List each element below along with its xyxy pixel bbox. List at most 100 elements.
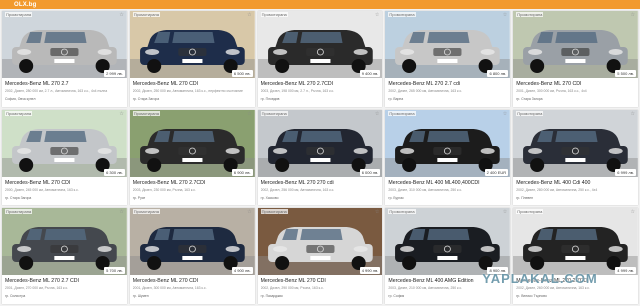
- listing-photo[interactable]: [129, 11, 255, 78]
- listing-details: 2002, Дизел, 290 000 км, Ръчна, 163 к.с.: [260, 286, 324, 291]
- listing-title[interactable]: Mercedes-Benz ML 270 2.7CDI: [133, 180, 252, 186]
- listing-details: 2001, Дизел, 300 000 км, Ръчна, 163 к.с.…: [516, 89, 587, 93]
- listing-card[interactable]: Промотирана ☆ 2 400 EUR Mercedes-Benz ML 40…: [385, 109, 511, 206]
- listings-grid: Промотирана ☆ 2 999 лв. Mercedes-Benz ML 27…: [2, 11, 638, 304]
- listing-title[interactable]: Mercedes-Benz ML 270 CDI: [133, 278, 252, 284]
- favorite-star-icon[interactable]: ☆: [247, 12, 251, 18]
- listing-price: 4 900 лв.: [231, 267, 253, 275]
- favorite-star-icon[interactable]: ☆: [503, 12, 507, 18]
- favorite-star-icon[interactable]: ☆: [119, 209, 123, 215]
- listing-location: гр. Силистра: [5, 294, 26, 299]
- favorite-star-icon[interactable]: ☆: [247, 209, 251, 215]
- favorite-star-icon[interactable]: ☆: [247, 111, 251, 117]
- listing-location: гр. Варна: [388, 97, 404, 101]
- site-logo[interactable]: OLX.bg: [0, 2, 37, 8]
- favorite-star-icon[interactable]: ☆: [503, 209, 507, 215]
- listing-title[interactable]: Mercedes-Benz ML 270 CDI: [5, 180, 124, 186]
- listing-title[interactable]: Mercedes-Benz ML 270 270 cdi: [261, 180, 380, 186]
- listing-card[interactable]: Промотирана ☆ 6 800 лв. Mercedes-Benz ML 27…: [385, 11, 511, 107]
- listing-title[interactable]: Mercedes-Benz ML 400 Cdi 400: [516, 180, 635, 186]
- listing-price: 6 000 лв.: [359, 168, 381, 176]
- listing-card[interactable]: Промотирана ☆ 6 500 лв. Mercedes-Benz ML 27…: [129, 11, 255, 107]
- favorite-star-icon[interactable]: ☆: [119, 111, 123, 117]
- listing-photo[interactable]: [2, 208, 127, 276]
- listing-photo[interactable]: [257, 109, 383, 177]
- listing-location: гр. Пазарджик: [260, 294, 283, 299]
- listing-details: 2001, Дизел, 270 000 км, Ръчна, 163 к.с.: [5, 286, 69, 291]
- promoted-label: Промотирана: [388, 110, 416, 116]
- listing-details: 2003, Дизел, 310 000 км, Автоматична, 25…: [388, 187, 463, 192]
- listing-details: 2001, Дизел, 300 000 км, Автоматична, 16…: [132, 286, 207, 291]
- listing-card[interactable]: Промотирана ☆ 6 000 лв. Mercedes-Benz ML 27…: [257, 109, 383, 206]
- listing-card[interactable]: Промотирана ☆ 6 300 лв. Mercedes-Benz ML 27…: [2, 109, 127, 206]
- promoted-label: Промотирана: [132, 209, 160, 215]
- listing-photo[interactable]: [513, 11, 638, 78]
- listing-location: гр. Плевен: [516, 195, 534, 200]
- listing-location: гр. Русе: [132, 195, 146, 200]
- listing-location: гр. София: [388, 294, 405, 299]
- promoted-label: Промотирана: [516, 209, 544, 215]
- favorite-star-icon[interactable]: ☆: [375, 12, 379, 18]
- listing-location: гр. Шумен: [132, 294, 149, 299]
- listing-location: София, Овча купел: [5, 97, 36, 101]
- listing-title[interactable]: Mercedes-Benz ML 270 CDI: [516, 81, 635, 87]
- listing-photo[interactable]: [385, 109, 511, 177]
- listing-title[interactable]: Mercedes-Benz ML 270 2.7 cdi: [388, 81, 507, 87]
- listing-price: 6 500 лв.: [231, 70, 253, 77]
- listing-title[interactable]: Mercedes-Benz ML 270 2.7: [5, 81, 124, 87]
- favorite-star-icon[interactable]: ☆: [375, 111, 379, 117]
- listing-price: 2 400 EUR: [484, 168, 509, 176]
- listing-title[interactable]: Mercedes-Benz ML 270 CDI: [261, 278, 380, 284]
- listing-card[interactable]: Промотирана ☆ 5 500 лв. Mercedes-Benz ML 27…: [513, 11, 638, 107]
- listing-card[interactable]: Промотирана ☆ 8 900 лв. Mercedes-Benz ML 40…: [385, 208, 511, 304]
- listing-photo[interactable]: [257, 208, 383, 276]
- listing-photo[interactable]: [129, 109, 255, 177]
- listing-card[interactable]: Промотирана ☆ 6 999 лв. Mercedes-Benz ML 40…: [513, 109, 638, 206]
- listing-price: 4 999 лв.: [615, 267, 636, 275]
- listing-card[interactable]: Промотирана ☆ 4 900 лв. Mercedes-Benz ML 27…: [129, 208, 255, 304]
- listing-location: гр. Стара Загора: [516, 97, 543, 101]
- listing-title[interactable]: Mercedes-Benz ML 400 ML400,400CDI: [388, 180, 507, 186]
- listing-details: 2002, Дизел, 265 000 км, Автоматична, 16…: [388, 89, 463, 93]
- favorite-star-icon[interactable]: ☆: [631, 209, 635, 215]
- favorite-star-icon[interactable]: ☆: [631, 12, 635, 18]
- listing-photo[interactable]: [257, 11, 383, 78]
- listing-details: 2000, Дизел, 245 000 км, Автоматична, 16…: [5, 187, 79, 192]
- listing-card[interactable]: Промотирана ☆ 4 999 лв. Mercedes-Benz ML 27…: [513, 208, 638, 304]
- listing-photo[interactable]: [2, 11, 127, 78]
- listing-location: гр. Бургас: [388, 195, 404, 200]
- listing-details: 2002, Дизел, 280 000 км, 2.7 л., Автомат…: [5, 89, 108, 93]
- listing-card[interactable]: Промотирана ☆ 9 400 лв. Mercedes-Benz ML 27…: [257, 11, 383, 107]
- top-bar: OLX.bg: [0, 0, 640, 9]
- listing-photo[interactable]: [129, 208, 255, 276]
- promoted-label: Промотирана: [5, 12, 33, 17]
- promoted-label: Промотирана: [516, 110, 544, 116]
- listing-photo[interactable]: [385, 208, 511, 276]
- promoted-label: Промотирана: [388, 12, 416, 17]
- listing-photo[interactable]: [2, 109, 127, 177]
- listing-photo[interactable]: [513, 208, 638, 276]
- listing-price: 9 400 лв.: [359, 70, 381, 77]
- listing-card[interactable]: Промотирана ☆ 6 900 лв. Mercedes-Benz ML 27…: [129, 109, 255, 206]
- listing-photo[interactable]: [385, 11, 511, 78]
- favorite-star-icon[interactable]: ☆: [631, 111, 635, 117]
- favorite-star-icon[interactable]: ☆: [503, 111, 507, 117]
- listing-title[interactable]: Mercedes-Benz ML 270 CDI: [133, 81, 252, 87]
- listing-title[interactable]: Mercedes-Benz ML 270 2.7 CDI: [5, 278, 124, 284]
- listing-details: 2003, Дизел, 198 000 км, 2.7 л., Ръчна, …: [260, 89, 335, 93]
- listing-price: 5 700 лв.: [104, 267, 125, 275]
- favorite-star-icon[interactable]: ☆: [119, 12, 123, 18]
- listing-price: 2 999 лв.: [104, 70, 125, 77]
- favorite-star-icon[interactable]: ☆: [375, 209, 379, 215]
- listing-title[interactable]: Mercedes-Benz ML 270 2.7CDI: [261, 81, 380, 87]
- listing-card[interactable]: Промотирана ☆ 5 700 лв. Mercedes-Benz ML 27…: [2, 208, 127, 304]
- listing-price: 6 999 лв.: [615, 168, 636, 176]
- listing-card[interactable]: Промотирана ☆ 2 999 лв. Mercedes-Benz ML 27…: [2, 11, 127, 107]
- listing-photo[interactable]: [513, 109, 638, 177]
- listing-details: 2002, Дизел, 250 000 км, Автоматична, 16…: [132, 89, 243, 93]
- listing-card[interactable]: Промотирана ☆ 4 990 лв. Mercedes-Benz ML 27…: [257, 208, 383, 304]
- promoted-label: Промотирана: [132, 110, 160, 116]
- promoted-label: Промотирана: [388, 209, 416, 215]
- listing-location: гр. Велико Търново: [516, 294, 547, 299]
- promoted-label: Промотирана: [260, 12, 288, 17]
